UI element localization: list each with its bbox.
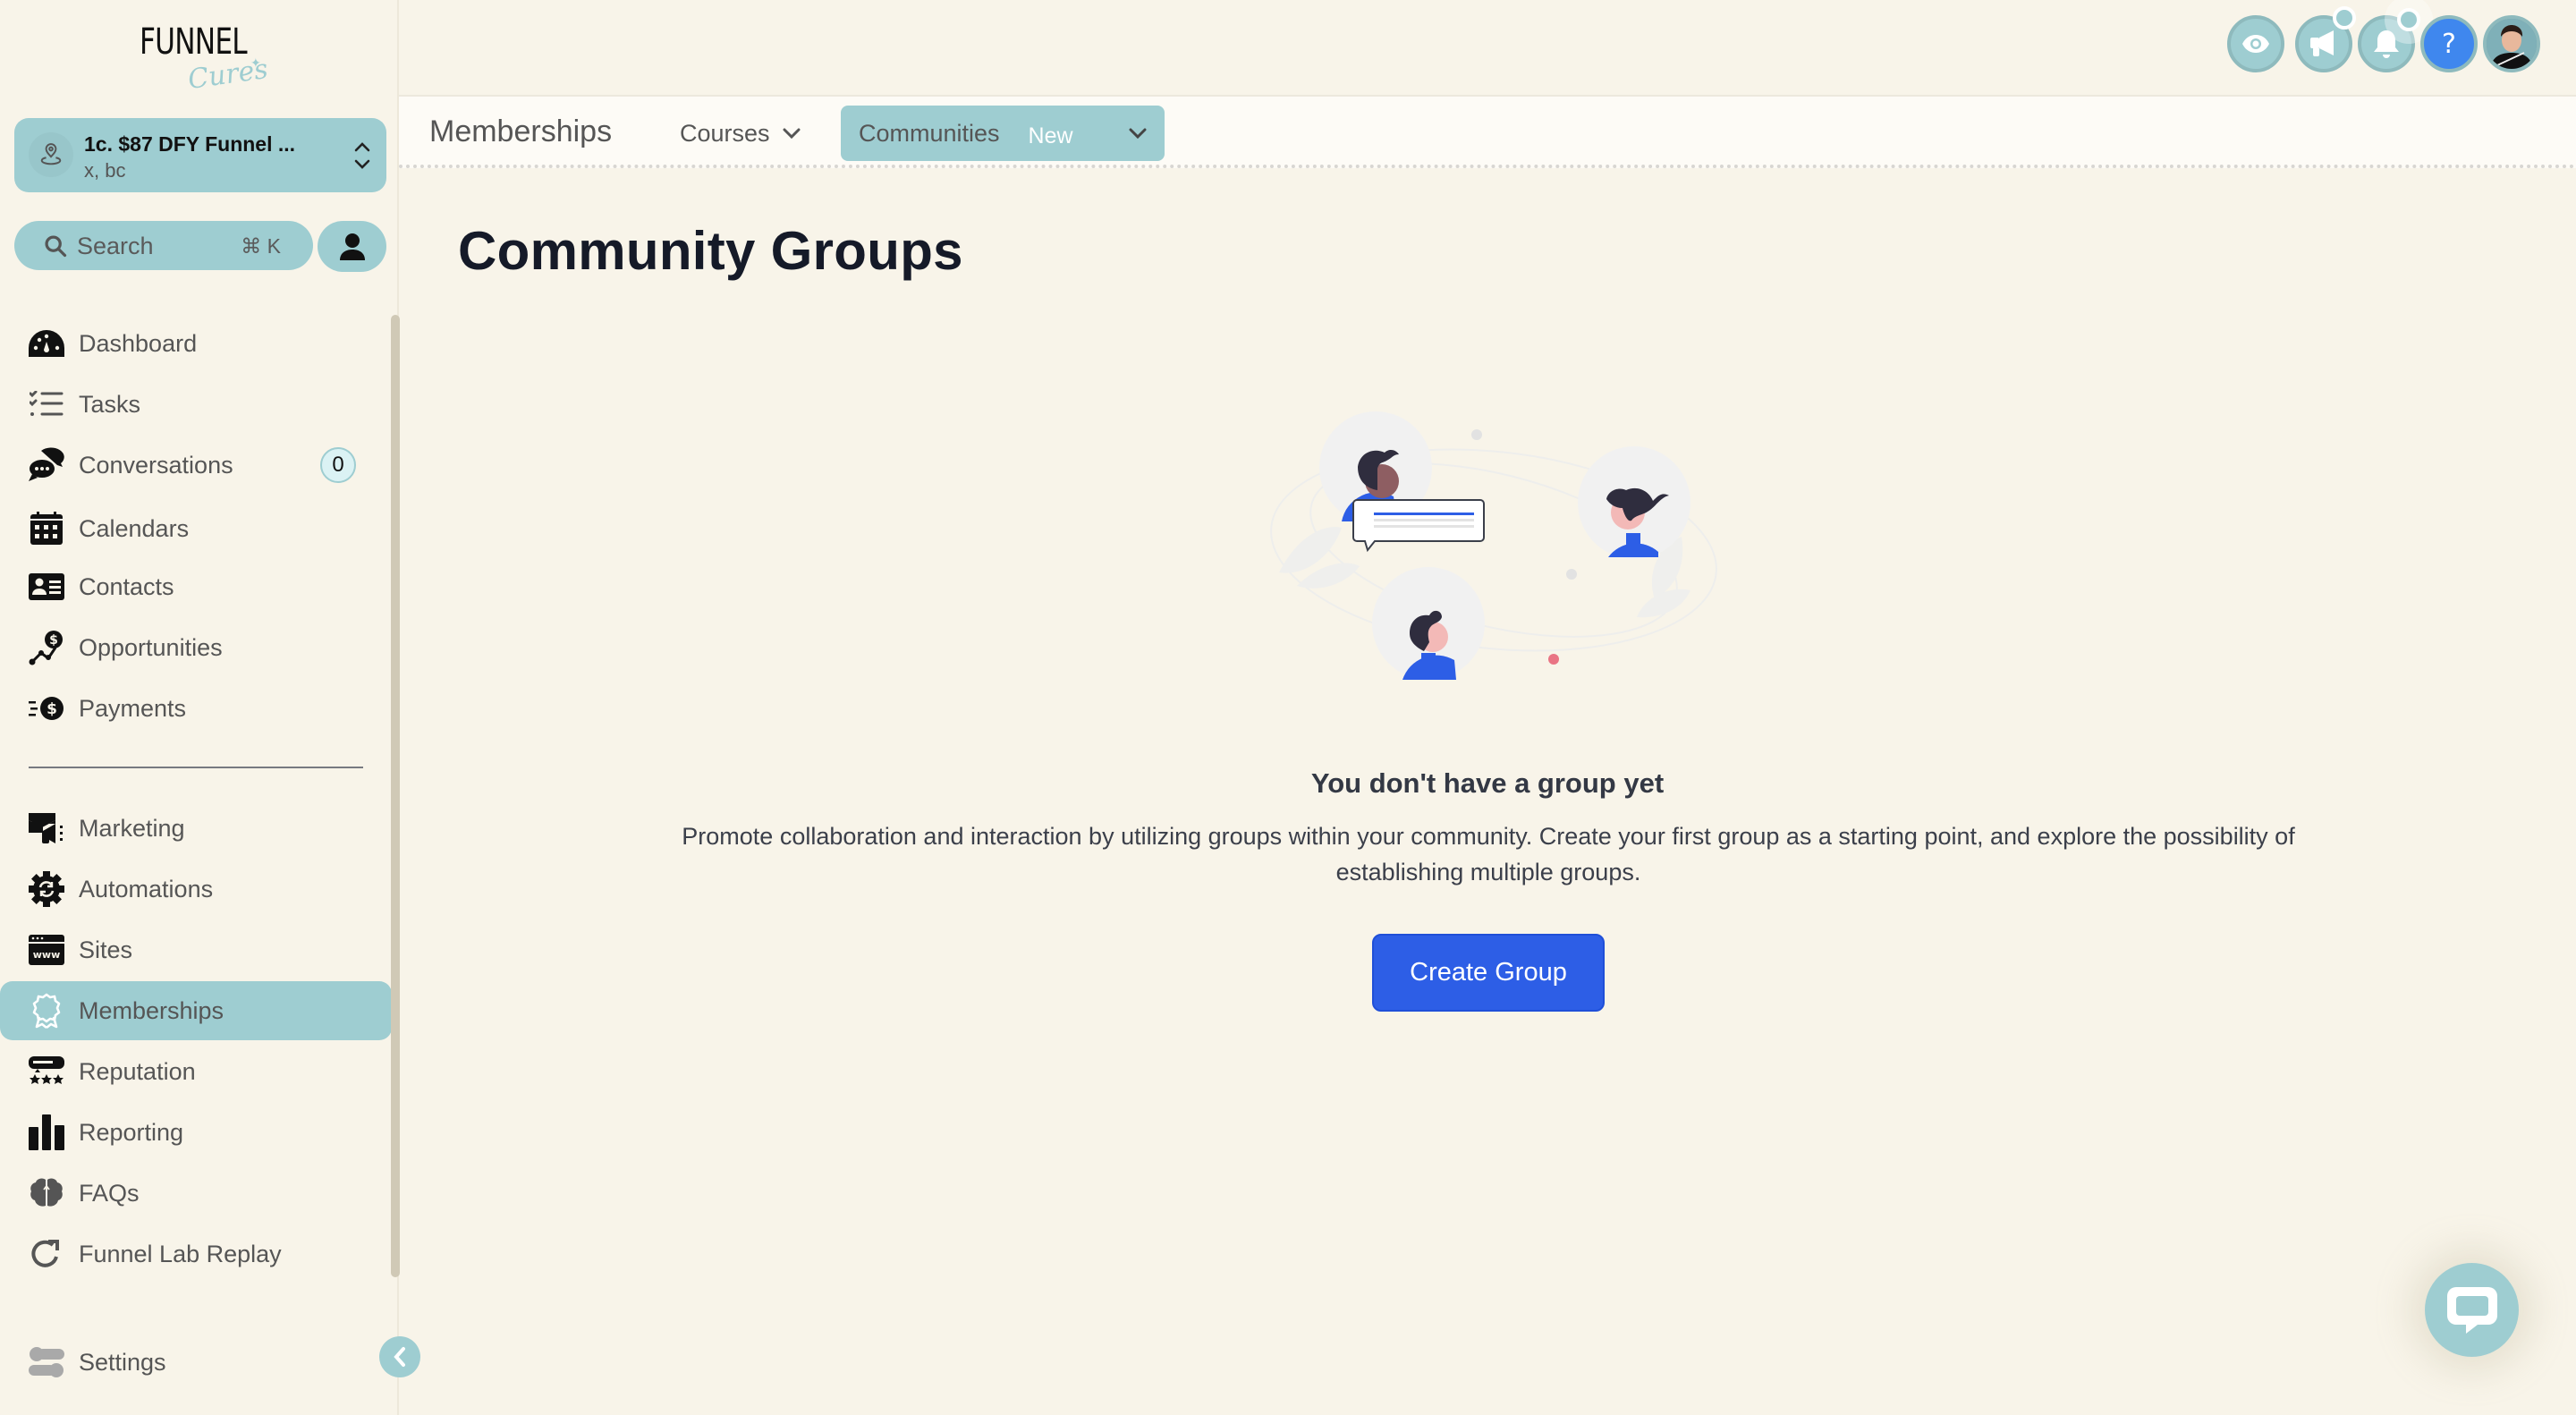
account-switcher[interactable]: 1c. $87 DFY Funnel ... x, bc (14, 118, 386, 192)
sidebar-item-funnel-lab-replay[interactable]: Funnel Lab Replay (0, 1224, 392, 1284)
tasks-icon (29, 386, 64, 422)
sidebar-item-label: Dashboard (79, 329, 198, 357)
location-pin-icon (29, 132, 73, 177)
sidebar-item-label: Automations (79, 875, 214, 902)
sidebar-item-label: Reputation (79, 1057, 196, 1085)
marketing-icon (29, 810, 64, 846)
eye-icon (2242, 35, 2269, 53)
replay-icon (29, 1236, 64, 1272)
chevron-down-icon (783, 128, 801, 139)
sidebar: FUNNEL Cures ✦ 1c. $87 DFY Funnel ... x,… (0, 0, 400, 1415)
notifications-button[interactable] (2358, 8, 2420, 72)
memberships-subnav: Memberships Courses Communities New (399, 95, 2576, 168)
automations-icon (29, 871, 64, 907)
sidebar-item-settings[interactable]: Settings (0, 1333, 392, 1392)
conversations-count-badge: 0 (320, 447, 356, 483)
sidebar-item-automations[interactable]: Automations (0, 860, 392, 919)
sidebar-item-label: Conversations (79, 451, 233, 479)
sidebar-item-opportunities[interactable]: $ Opportunities (0, 618, 392, 677)
sidebar-item-conversations[interactable]: Conversations 0 (0, 436, 392, 495)
sidebar-item-label: Payments (79, 694, 187, 722)
contacts-icon (29, 569, 64, 605)
reputation-icon (29, 1054, 64, 1089)
megaphone-icon (2310, 30, 2334, 56)
community-illustration (1270, 411, 1717, 680)
reporting-icon (29, 1114, 64, 1150)
sidebar-item-label: Memberships (79, 996, 225, 1024)
topbar-actions: ? (2227, 6, 2549, 72)
preview-button[interactable] (2227, 15, 2284, 72)
search-input[interactable]: Search ⌘ K (14, 221, 313, 270)
sidebar-item-reporting[interactable]: Reporting (0, 1103, 392, 1162)
tab-label: Communities (859, 119, 1000, 147)
sidebar-item-reputation[interactable]: Reputation (0, 1042, 392, 1101)
svg-text:www: www (33, 949, 61, 961)
sidebar-item-label: Tasks (79, 390, 141, 418)
sidebar-item-memberships[interactable]: Memberships (0, 981, 392, 1040)
memberships-icon (29, 993, 64, 1029)
sidebar-item-faqs[interactable]: FAQs (0, 1164, 392, 1223)
chevron-left-icon (394, 1347, 405, 1367)
sidebar-item-label: Reporting (79, 1118, 184, 1146)
chevron-up-down-icon (354, 142, 370, 169)
account-subtitle: x, bc (84, 159, 126, 182)
search-placeholder: Search (77, 233, 154, 259)
user-icon (339, 233, 365, 260)
sidebar-divider (29, 767, 363, 768)
sidebar-item-calendars[interactable]: Calendars (0, 499, 392, 558)
sidebar-item-marketing[interactable]: Marketing (0, 799, 392, 858)
sidebar-item-sites[interactable]: www Sites (0, 920, 392, 979)
sidebar-item-payments[interactable]: $ Payments (0, 679, 392, 738)
announcements-button[interactable] (2295, 6, 2356, 72)
search-icon (45, 235, 67, 258)
sites-icon: www (29, 932, 64, 968)
bell-icon (2374, 30, 2399, 58)
help-button[interactable]: ? (2420, 15, 2478, 72)
empty-state-heading: You don't have a group yet (1310, 767, 1665, 799)
dashboard-icon (29, 326, 64, 361)
avatar-photo (2487, 19, 2537, 69)
calendar-icon (29, 511, 64, 547)
brain-icon (29, 1175, 64, 1211)
chat-widget-button[interactable] (2425, 1263, 2519, 1357)
help-icon: ? (2442, 28, 2456, 60)
sidebar-item-dashboard[interactable]: Dashboard (0, 314, 392, 373)
create-group-button[interactable]: Create Group (1372, 934, 1605, 1012)
search-shortcut: ⌘ K (241, 234, 281, 258)
tab-communities[interactable]: Communities New (841, 106, 1165, 161)
collapse-sidebar-button[interactable] (379, 1336, 420, 1377)
sidebar-item-label: Contacts (79, 572, 174, 600)
section-title: Memberships (429, 114, 613, 148)
account-name: 1c. $87 DFY Funnel ... (84, 132, 296, 156)
sidebar-item-label: Settings (79, 1348, 166, 1376)
payments-icon: $ (29, 691, 64, 726)
settings-toggles-icon (29, 1344, 64, 1380)
profile-button[interactable] (318, 221, 386, 272)
sidebar-item-label: Opportunities (79, 633, 223, 661)
sparkle-icon: ✦ (250, 55, 261, 70)
chevron-down-icon (1129, 128, 1147, 139)
sidebar-item-label: Funnel Lab Replay (79, 1240, 282, 1267)
logo-wordmark: FUNNEL (140, 21, 248, 63)
sidebar-item-label: Marketing (79, 814, 185, 842)
notification-dot (2333, 6, 2356, 30)
opportunities-icon: $ (29, 630, 64, 665)
tab-label: Courses (680, 119, 770, 147)
sidebar-item-label: FAQs (79, 1179, 140, 1207)
conversations-icon (29, 447, 64, 483)
tab-courses[interactable]: Courses (680, 106, 801, 161)
sidebar-item-label: Calendars (79, 514, 190, 542)
new-badge: New (1028, 123, 1073, 148)
notification-dot (2397, 8, 2420, 31)
page-title: Community Groups (458, 221, 963, 281)
chat-bubble-icon (2446, 1286, 2497, 1334)
sidebar-item-tasks[interactable]: Tasks (0, 375, 392, 434)
sidebar-item-label: Sites (79, 936, 133, 963)
svg-text:$: $ (47, 700, 57, 718)
brand-logo[interactable]: FUNNEL Cures ✦ (134, 20, 270, 96)
empty-state-description: Promote collaboration and interaction by… (682, 823, 2295, 885)
sidebar-item-contacts[interactable]: Contacts (0, 557, 392, 616)
svg-text:$: $ (49, 633, 58, 648)
user-avatar[interactable] (2483, 15, 2540, 72)
